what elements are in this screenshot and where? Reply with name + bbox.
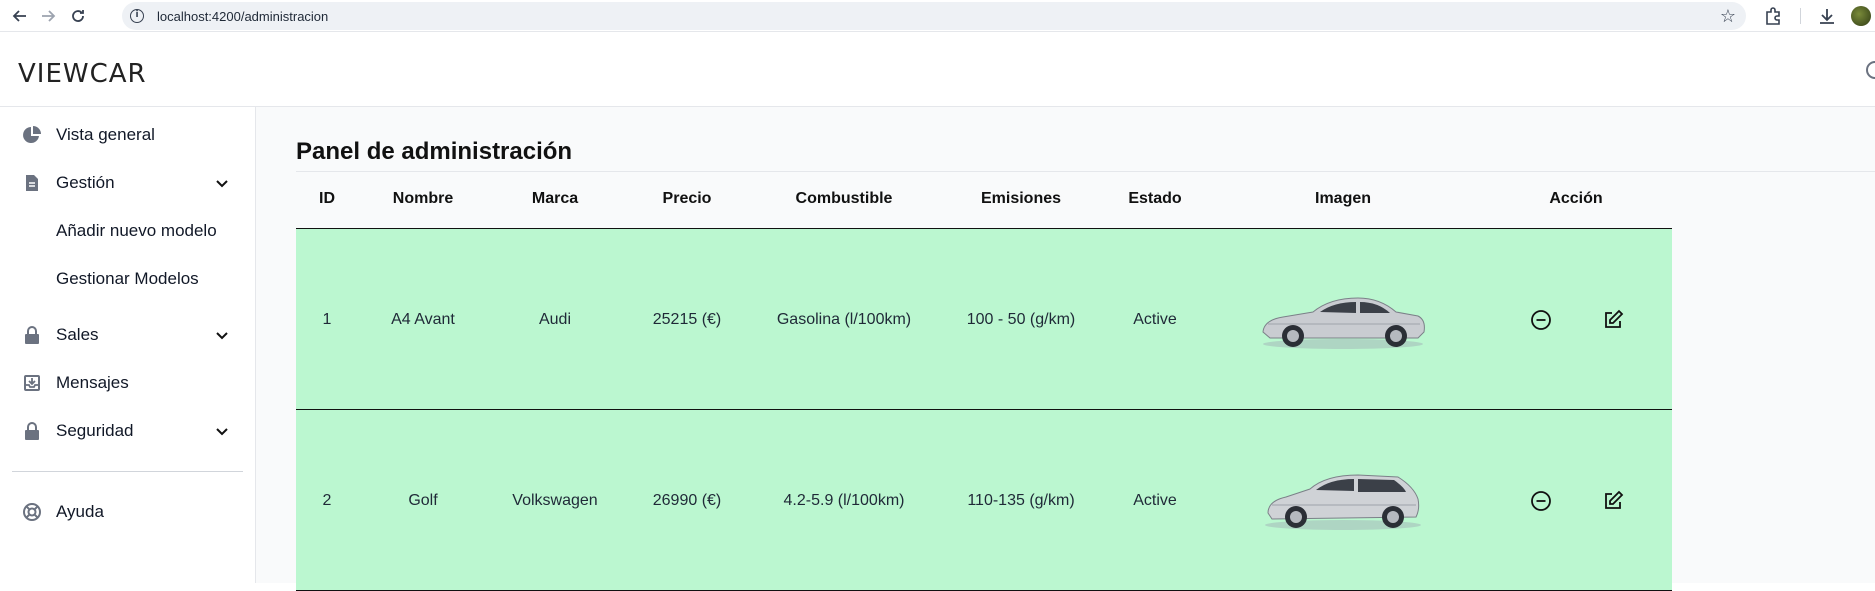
chevron-down-icon	[216, 428, 228, 436]
sidebar: Vista general Gestión Añadir nuevo model…	[0, 107, 256, 583]
column-header-estado[interactable]: Estado	[1128, 190, 1181, 208]
sidebar-item-label: Gestionar Modelos	[56, 269, 199, 288]
cell-emisiones: 110-135 (g/km)	[967, 492, 1075, 509]
column-header-emisiones[interactable]: Emisiones	[981, 190, 1061, 208]
sidebar-divider	[12, 471, 243, 472]
cell-marca: Volkswagen	[512, 492, 598, 509]
table-header: ID Nombre Marca Precio Combustible Emisi…	[296, 172, 1672, 229]
cell-combustible: Gasolina (l/100km)	[776, 311, 912, 328]
table-row: 1 A4 Avant Audi 25215 (€) Gasolina (l/10…	[296, 229, 1672, 410]
bookmark-star-icon[interactable]: ☆	[1720, 6, 1736, 27]
edit-icon[interactable]	[1602, 309, 1624, 331]
sidebar-item-label: Vista general	[56, 125, 155, 144]
cell-id: 1	[322, 311, 332, 328]
sedan-car-image	[1262, 297, 1425, 349]
models-table: ID Nombre Marca Precio Combustible Emisi…	[296, 172, 1672, 591]
reload-icon[interactable]	[68, 6, 88, 26]
remove-circle-icon[interactable]	[1530, 490, 1552, 512]
column-header-nombre[interactable]: Nombre	[393, 190, 453, 208]
page-title: Panel de administración	[296, 138, 573, 165]
profile-avatar[interactable]	[1851, 6, 1871, 26]
url-text: localhost:4200/administracion	[157, 9, 329, 24]
lock-icon	[22, 421, 42, 441]
pie-chart-icon	[22, 125, 42, 145]
browser-toolbar: i localhost:4200/administracion ☆	[0, 0, 1875, 32]
sidebar-item-label: Ayuda	[56, 502, 104, 521]
edit-icon[interactable]	[1602, 490, 1624, 512]
cell-id: 2	[322, 492, 332, 509]
sidebar-item-label: Mensajes	[56, 373, 129, 392]
cell-nombre: Golf	[408, 492, 438, 509]
toolbar-separator	[1800, 8, 1801, 24]
inbox-icon	[22, 373, 42, 393]
back-arrow-icon[interactable]	[10, 6, 30, 26]
cell-precio: 26990 (€)	[652, 492, 722, 509]
chevron-down-icon	[216, 180, 228, 188]
cell-estado: Active	[1133, 311, 1177, 328]
extensions-icon[interactable]	[1763, 6, 1783, 26]
download-icon[interactable]	[1817, 6, 1837, 26]
sidebar-item-label: Añadir nuevo modelo	[56, 221, 217, 240]
lock-icon	[22, 325, 42, 345]
forward-arrow-icon[interactable]	[38, 6, 58, 26]
app-header: VIEWCAR	[0, 33, 1875, 107]
sidebar-item-sales[interactable]: Sales	[0, 315, 255, 355]
viewcar-logo[interactable]: VIEWCAR	[18, 59, 147, 89]
column-header-combustible[interactable]: Combustible	[796, 190, 893, 208]
table-row: 2 Golf Volkswagen 26990 (€) 4.2-5.9 (l/1…	[296, 410, 1672, 591]
column-header-id[interactable]: ID	[319, 190, 335, 208]
sidebar-item-anadir-nuevo-modelo[interactable]: Añadir nuevo modelo	[0, 211, 255, 251]
sidebar-item-gestion[interactable]: Gestión	[0, 163, 255, 203]
remove-circle-icon[interactable]	[1530, 309, 1552, 331]
site-info-icon[interactable]: i	[130, 9, 144, 23]
main-content: Panel de administración ID Nombre Marca …	[256, 107, 1875, 591]
cell-combustible: 4.2-5.9 (l/100km)	[783, 492, 905, 509]
chevron-down-icon	[216, 332, 228, 340]
sidebar-item-mensajes[interactable]: Mensajes	[0, 363, 255, 403]
sidebar-item-vista-general[interactable]: Vista general	[0, 115, 255, 155]
cell-precio: 25215 (€)	[652, 311, 722, 328]
sidebar-item-ayuda[interactable]: Ayuda	[0, 492, 255, 532]
lifebuoy-icon	[22, 502, 42, 522]
sidebar-item-gestionar-modelos[interactable]: Gestionar Modelos	[0, 259, 255, 299]
column-header-precio[interactable]: Precio	[663, 190, 712, 208]
column-header-imagen: Imagen	[1314, 190, 1372, 207]
cell-estado: Active	[1133, 492, 1177, 509]
column-header-marca[interactable]: Marca	[532, 190, 578, 208]
address-bar[interactable]: i localhost:4200/administracion ☆	[122, 2, 1746, 30]
sidebar-item-label: Seguridad	[56, 421, 134, 440]
cell-nombre: A4 Avant	[391, 311, 455, 328]
document-icon	[22, 173, 42, 193]
cell-emisiones: 100 - 50 (g/km)	[966, 311, 1076, 328]
column-header-accion: Acción	[1549, 190, 1603, 207]
sidebar-item-seguridad[interactable]: Seguridad	[0, 411, 255, 451]
user-menu-icon[interactable]	[1866, 61, 1875, 79]
hatchback-car-image	[1265, 474, 1421, 530]
cell-marca: Audi	[538, 311, 572, 328]
sidebar-item-label: Gestión	[56, 173, 115, 192]
sidebar-item-label: Sales	[56, 325, 99, 344]
